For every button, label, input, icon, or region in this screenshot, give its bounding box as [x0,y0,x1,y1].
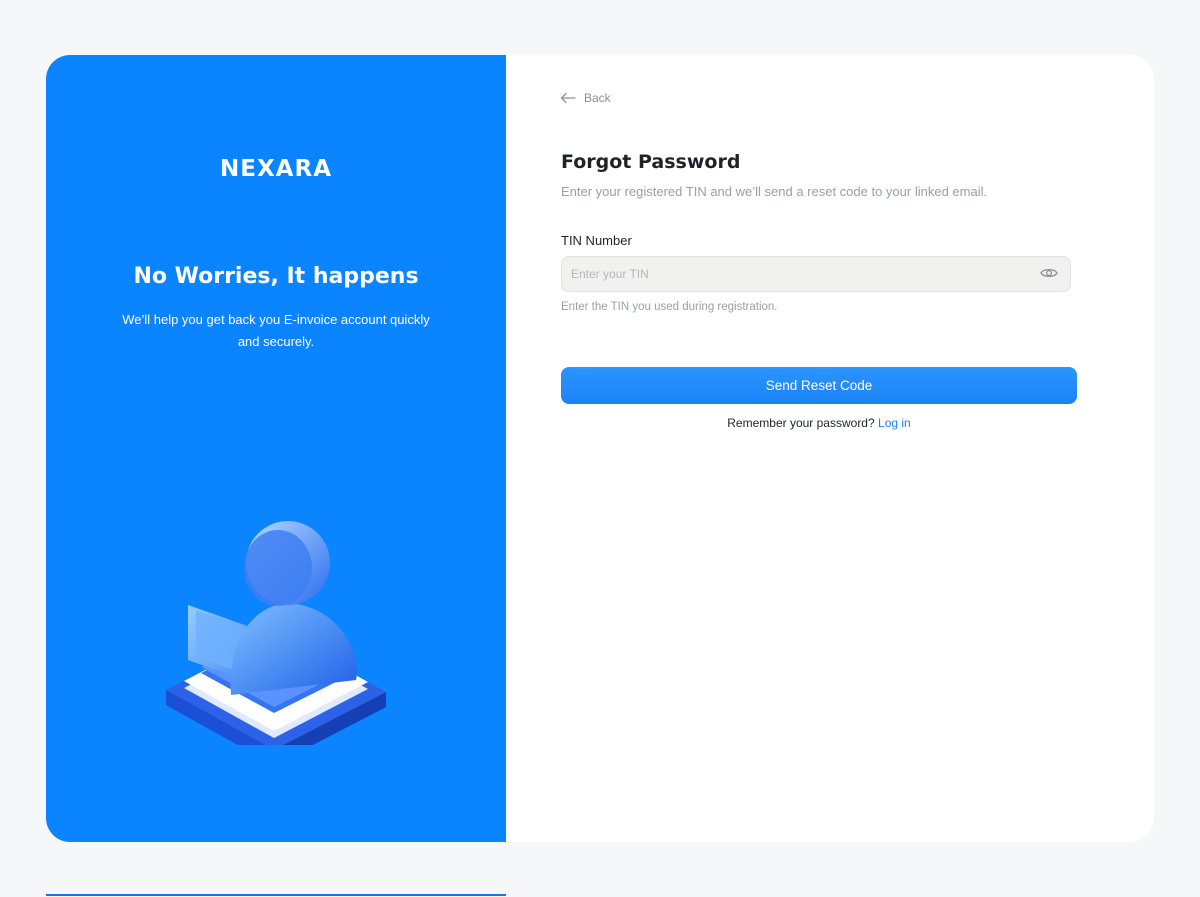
brand-logo: NEXARA [219,156,332,182]
hero-title: No Worries, It happens [133,264,419,289]
hero-panel: NEXARA No Worries, It happens We’ll help… [46,55,506,842]
tin-field [561,256,1071,292]
tin-label: TIN Number [561,233,632,248]
page-title: Forgot Password [561,151,741,173]
page-subtitle: Enter your registered TIN and we’ll send… [561,184,988,199]
user-profile-illustration [166,521,386,745]
back-label: Back [584,91,611,105]
login-link[interactable]: Log in [878,416,911,430]
remember-prompt: Remember your password? [727,416,875,430]
remember-password-text: Remember your password? Log in [561,416,1077,430]
form-panel: Back Forgot Password Enter your register… [506,55,1154,842]
login-card: NEXARA No Worries, It happens We’ll help… [46,55,1154,842]
hero-subtitle: We’ll help you get back you E-invoice ac… [122,312,430,349]
send-reset-code-button[interactable]: Send Reset Code [561,367,1077,404]
back-link[interactable]: Back [560,91,611,105]
arrow-left-icon [560,92,576,104]
tin-helper-text: Enter the TIN you used during registrati… [561,301,778,313]
eye-icon[interactable] [1040,266,1058,280]
tin-input[interactable] [562,257,1031,291]
bottom-divider [46,894,506,896]
